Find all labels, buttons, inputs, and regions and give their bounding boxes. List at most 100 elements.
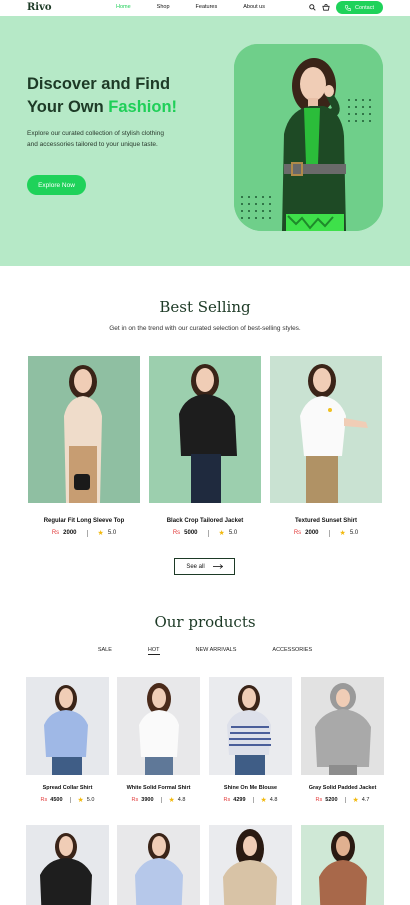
divider (207, 529, 209, 537)
currency: Rs (51, 530, 60, 536)
product-card[interactable]: Spread Collar Shirt Rs 4500 ★ 5.0 (26, 677, 109, 804)
product-rating: 4.7 (361, 797, 370, 803)
product-price: 2000 (63, 530, 77, 536)
product-card[interactable]: Shine On Me Blouse Rs 4299 ★ 4.8 (209, 677, 292, 804)
navbar: Rivo Home Shop Features About us Contact (0, 0, 410, 16)
product-image[interactable] (209, 677, 292, 775)
currency: Rs (223, 797, 231, 803)
divider (160, 797, 162, 803)
product-card[interactable]: Gray Solid Padded Jacket Rs 5200 ★ 4.7 (301, 677, 384, 804)
product-card[interactable] (209, 825, 292, 905)
product-name[interactable]: Gray Solid Padded Jacket (301, 785, 384, 791)
product-rating: 5.0 (107, 530, 117, 536)
product-meta: Rs 5000 ★ 5.0 (149, 529, 261, 537)
logo[interactable]: Rivo (27, 2, 52, 13)
star-icon: ★ (339, 530, 346, 537)
currency: Rs (131, 797, 139, 803)
product-price: 5000 (184, 530, 198, 536)
tab-hot[interactable]: HOT (147, 647, 160, 655)
star-icon: ★ (218, 530, 225, 537)
decorative-dots (348, 99, 371, 122)
product-name[interactable]: Shine On Me Blouse (209, 785, 292, 791)
cart-icon[interactable] (322, 3, 330, 11)
best-selling-subtitle: Get in on the trend with our curated sel… (109, 325, 301, 332)
divider (328, 529, 330, 537)
nav-link-shop[interactable]: Shop (157, 4, 170, 10)
divider (69, 797, 71, 803)
hero-image (234, 44, 383, 231)
product-name[interactable]: Regular Fit Long Sleeve Top (28, 518, 140, 524)
product-price: 3900 (141, 797, 154, 803)
divider (344, 797, 346, 803)
product-image[interactable] (26, 677, 109, 775)
nav-link-home[interactable]: Home (116, 4, 131, 10)
arrow-right-icon (212, 564, 223, 569)
star-icon: ★ (352, 797, 359, 804)
best-selling-card[interactable]: Black Crop Tailored Jacket Rs 5000 ★ 5.0 (149, 356, 261, 537)
contact-label: Contact (355, 4, 374, 11)
product-rating: 4.8 (177, 797, 186, 803)
products-title: Our products (154, 613, 256, 631)
product-image[interactable] (149, 356, 261, 503)
product-image[interactable] (117, 677, 200, 775)
product-meta: Rs 4299 ★ 4.8 (209, 796, 292, 804)
page: Rivo Home Shop Features About us Contact… (0, 0, 410, 905)
product-name[interactable]: Spread Collar Shirt (26, 785, 109, 791)
product-rating: 5.0 (86, 797, 95, 803)
hero-title-accent: Fashion! (108, 98, 178, 116)
best-selling-card[interactable]: Textured Sunset Shirt Rs 2000 ★ 5.0 (270, 356, 382, 537)
product-image[interactable] (301, 677, 384, 775)
product-card[interactable] (117, 825, 200, 905)
see-all-button[interactable]: See all (174, 558, 235, 575)
product-image[interactable] (209, 825, 292, 905)
product-name[interactable]: White Solid Formal Shirt (117, 785, 200, 791)
product-rating: 5.0 (349, 530, 359, 536)
product-meta: Rs 3900 ★ 4.8 (117, 796, 200, 804)
divider (252, 797, 254, 803)
search-icon[interactable] (308, 3, 316, 11)
product-tabs: SALE HOT NEW ARRIVALS ACCESSORIES (0, 647, 410, 655)
product-card[interactable]: White Solid Formal Shirt Rs 3900 ★ 4.8 (117, 677, 200, 804)
nav-link-features[interactable]: Features (196, 4, 218, 10)
nav-link-about[interactable]: About us (243, 4, 265, 10)
product-image[interactable] (26, 825, 109, 905)
best-selling-title: Best Selling (159, 298, 251, 316)
product-image[interactable] (270, 356, 382, 503)
currency: Rs (315, 797, 323, 803)
divider (86, 529, 88, 537)
product-meta: Rs 4500 ★ 5.0 (26, 796, 109, 804)
product-card[interactable] (301, 825, 384, 905)
product-price: 5200 (325, 797, 338, 803)
star-icon: ★ (77, 797, 84, 804)
product-meta: Rs 5200 ★ 4.7 (301, 796, 384, 804)
product-rating: 4.8 (269, 797, 278, 803)
best-selling-card[interactable]: Regular Fit Long Sleeve Top Rs 2000 ★ 5.… (28, 356, 140, 537)
product-card[interactable] (26, 825, 109, 905)
product-image[interactable] (117, 825, 200, 905)
tab-sale[interactable]: SALE (98, 647, 112, 655)
tab-new-arrivals[interactable]: NEW ARRIVALS (196, 647, 237, 655)
phone-icon (345, 4, 352, 11)
currency: Rs (293, 530, 302, 536)
contact-button[interactable]: Contact (336, 1, 383, 14)
hero-title-line2: Your Own Fashion! (27, 96, 227, 119)
hero-title: Discover and Find Your Own Fashion! (27, 73, 227, 119)
decorative-dots (241, 196, 271, 219)
product-price: 4500 (50, 797, 63, 803)
hero-title-prefix: Your Own (27, 98, 109, 116)
hero-title-line1: Discover and Find (27, 75, 171, 93)
product-meta: Rs 2000 ★ 5.0 (270, 529, 382, 537)
product-name[interactable]: Textured Sunset Shirt (270, 518, 382, 524)
star-icon: ★ (260, 797, 267, 804)
currency: Rs (40, 797, 48, 803)
product-image[interactable] (301, 825, 384, 905)
hero-description: Explore our curated collection of stylis… (27, 130, 164, 148)
product-image[interactable] (28, 356, 140, 503)
product-name[interactable]: Black Crop Tailored Jacket (149, 518, 261, 524)
star-icon: ★ (168, 797, 175, 804)
product-meta: Rs 2000 ★ 5.0 (28, 529, 140, 537)
explore-now-button[interactable]: Explore Now (27, 175, 86, 195)
product-price: 2000 (305, 530, 319, 536)
see-all-label: See all (186, 563, 205, 570)
tab-accessories[interactable]: ACCESSORIES (272, 647, 312, 655)
